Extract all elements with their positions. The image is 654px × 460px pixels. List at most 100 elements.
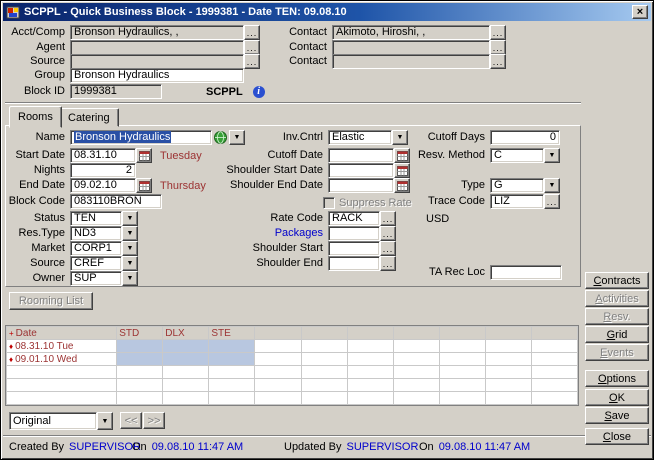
market-input[interactable]: CORP1 [70, 241, 122, 256]
field-suppress-rate: Suppress Rate [323, 195, 412, 210]
contracts-button[interactable]: Contracts [585, 272, 649, 289]
resv-method-dropdown-button[interactable]: ▼ [544, 148, 560, 163]
shoulder-end-input[interactable] [328, 256, 380, 271]
grid-cell[interactable] [209, 340, 255, 353]
owner-label: Owner [3, 271, 70, 286]
cutoff-days-label: Cutoff Days [403, 130, 490, 145]
end-date-input[interactable]: 09.02.10 [70, 178, 136, 193]
field-cutoff-days: Cutoff Days 0 [403, 130, 560, 145]
source-input[interactable]: CREF [70, 256, 122, 271]
end-date-calendar-button[interactable] [136, 178, 152, 193]
tab-rooms[interactable]: Rooms [9, 106, 62, 128]
shoulder-end-lov-button[interactable]: ... [380, 256, 396, 271]
start-date-input[interactable]: 08.31.10 [70, 148, 136, 163]
start-date-calendar-button[interactable] [136, 148, 152, 163]
name-input[interactable]: Bronson Hydraulics [70, 130, 212, 145]
shoulder-start-date-calendar-button[interactable] [394, 163, 410, 178]
nights-input[interactable]: 2 [70, 163, 136, 178]
grid-cell[interactable] [117, 353, 163, 366]
close-button[interactable]: Close [585, 428, 649, 445]
close-window-button[interactable]: × [632, 5, 648, 19]
grid-cell[interactable] [117, 340, 163, 353]
field-trace-code: Trace Code LIZ ... [403, 194, 560, 209]
currency-label: USD [426, 213, 449, 225]
contact-2-input[interactable] [332, 40, 490, 55]
cutoff-days-input[interactable]: 0 [490, 130, 560, 145]
status-label: Status [3, 211, 70, 226]
rate-code-input[interactable]: RACK [328, 211, 380, 226]
group-input[interactable]: Bronson Hydraulics [70, 68, 244, 83]
inv-cntrl-select[interactable]: Elastic [328, 130, 392, 145]
block-id-input[interactable]: 1999381 [70, 84, 162, 99]
agent-input[interactable] [70, 40, 244, 55]
contact-2-lov-button[interactable]: ... [490, 40, 506, 55]
contact-3-input[interactable] [332, 54, 490, 69]
contact-3-lov-button[interactable]: ... [490, 54, 506, 69]
activities-button[interactable]: Activities [585, 290, 649, 307]
rate-code-lov-button[interactable]: ... [380, 211, 396, 226]
shoulder-start-lov-button[interactable]: ... [380, 241, 396, 256]
shoulder-start-input[interactable] [328, 241, 380, 256]
trace-code-label: Trace Code [403, 194, 490, 209]
contact-1-input[interactable]: Akimoto, Hiroshi, , [332, 25, 490, 40]
grid-cell[interactable] [209, 353, 255, 366]
ok-button[interactable]: OK [585, 389, 649, 406]
grid-button[interactable]: Grid [585, 326, 649, 343]
grid-header-row: +Date STD DLX STE [7, 327, 578, 340]
packages-input[interactable] [328, 226, 380, 241]
trace-code-lov-button[interactable]: ... [544, 194, 560, 209]
packages-label[interactable]: Packages [223, 226, 328, 241]
save-button[interactable]: Save [585, 407, 649, 424]
suppress-rate-checkbox[interactable] [323, 197, 335, 209]
block-code-input[interactable]: 083110BRON [70, 194, 162, 209]
property-code-label: SCPPL [206, 86, 243, 98]
source-header-input[interactable] [70, 54, 244, 69]
contact-3-label: Contact [273, 54, 332, 69]
end-date-label: End Date [3, 178, 70, 193]
status-dropdown-button[interactable]: ▼ [122, 211, 138, 226]
info-icon[interactable]: i [253, 86, 265, 98]
resv-method-input[interactable]: C [490, 148, 544, 163]
prev-view-button[interactable]: << [120, 412, 142, 429]
market-dropdown-button[interactable]: ▼ [122, 241, 138, 256]
agent-lov-button[interactable]: ... [244, 40, 260, 55]
row-marker-icon: ♦ [9, 355, 13, 364]
next-view-button[interactable]: >> [143, 412, 165, 429]
grid-cell[interactable] [163, 340, 209, 353]
shoulder-end-date-input[interactable] [328, 178, 394, 193]
name-label: Name [3, 130, 70, 145]
trace-code-input[interactable]: LIZ [490, 194, 544, 209]
events-button[interactable]: Events [585, 344, 649, 361]
view-select-dropdown-button[interactable]: ▼ [97, 412, 113, 430]
header-marker-icon: + [9, 329, 14, 338]
res-type-input[interactable]: ND3 [70, 226, 122, 241]
acct-comp-lov-button[interactable]: ... [244, 25, 260, 40]
type-input[interactable]: G [490, 178, 544, 193]
grid-header-date: +Date [7, 327, 117, 340]
res-type-dropdown-button[interactable]: ▼ [122, 226, 138, 241]
source-dropdown-button[interactable]: ▼ [122, 256, 138, 271]
type-dropdown-button[interactable]: ▼ [544, 178, 560, 193]
app-icon [6, 5, 20, 19]
ta-rec-loc-input[interactable] [490, 265, 562, 280]
type-label: Type [403, 178, 490, 193]
quick-business-block-window: SCPPL - Quick Business Block - 1999381 -… [0, 0, 654, 460]
tab-catering[interactable]: Catering [59, 108, 119, 127]
packages-lov-button[interactable]: ... [380, 226, 396, 241]
grid-cell[interactable] [163, 353, 209, 366]
rooming-list-button[interactable]: Rooming List [9, 292, 93, 310]
resv-button[interactable]: Resv. [585, 308, 649, 325]
shoulder-start-date-input[interactable] [328, 163, 394, 178]
source-lov-button[interactable]: ... [244, 54, 260, 69]
owner-input[interactable]: SUP [70, 271, 122, 286]
statusbar-divider [3, 435, 651, 437]
acct-comp-input[interactable]: Bronson Hydraulics, , [70, 25, 244, 40]
view-select-value[interactable]: Original [9, 412, 97, 430]
field-res-type: Res.Type ND3 ▼ [3, 226, 138, 241]
options-button[interactable]: Options [585, 370, 649, 387]
field-block-id: Block ID 1999381 [7, 84, 162, 99]
cutoff-date-input[interactable] [328, 148, 394, 163]
contact-1-lov-button[interactable]: ... [490, 25, 506, 40]
status-input[interactable]: TEN [70, 211, 122, 226]
owner-dropdown-button[interactable]: ▼ [122, 271, 138, 286]
